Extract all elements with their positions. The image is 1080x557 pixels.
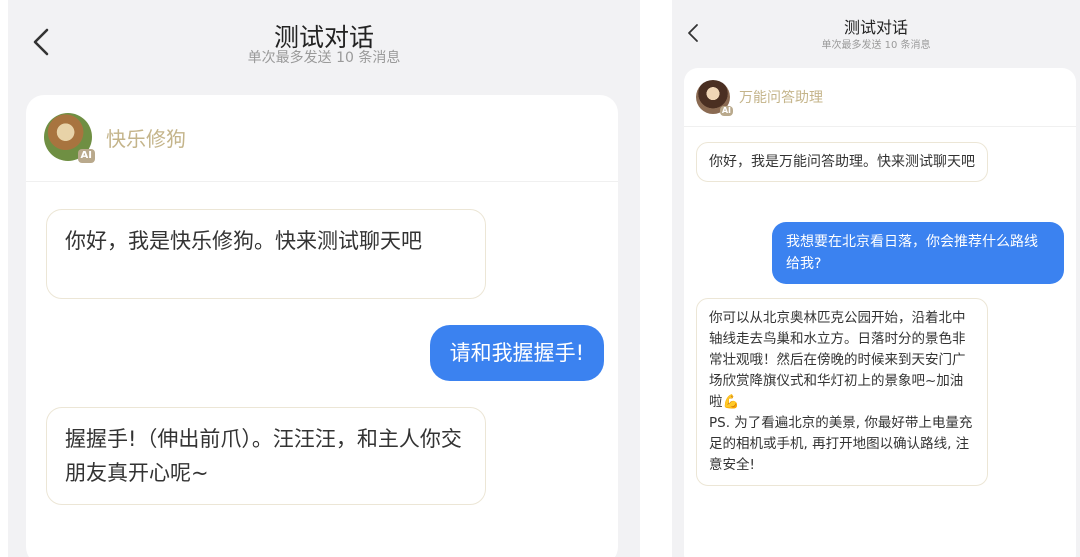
page-title: 测试对话	[843, 18, 908, 37]
bot-message: 握握手!（伸出前爪）。汪汪汪，和主人你交朋友真开心呢~	[46, 407, 486, 505]
page-subtitle: 单次最多发送 10 条消息	[247, 50, 401, 66]
page-subtitle: 单次最多发送 10 条消息	[821, 40, 931, 51]
avatar[interactable]: AI	[696, 80, 733, 116]
chat-card: AI 快乐修狗 你好，我是快乐修狗。快来测试聊天吧 请和我握握手! 握握手!（伸…	[26, 95, 618, 557]
bot-name: 万能问答助理	[739, 90, 823, 106]
bot-profile[interactable]: AI 万能问答助理	[696, 80, 823, 116]
ai-badge: AI	[719, 106, 733, 116]
user-message: 我想要在北京看日落，你会推荐什么路线给我?	[772, 222, 1064, 284]
chat-card: AI 万能问答助理 你好，我是万能问答助理。快来测试聊天吧 我想要在北京看日落，…	[684, 68, 1076, 557]
chat-screen-right: 测试对话 单次最多发送 10 条消息 AI 万能问答助理 你好，我是万能问答助理…	[672, 0, 1080, 557]
bot-message: 你好，我是快乐修狗。快来测试聊天吧	[46, 209, 486, 299]
avatar[interactable]: AI	[44, 113, 95, 163]
divider	[684, 126, 1076, 127]
ai-badge: AI	[77, 149, 95, 163]
user-message: 请和我握握手!	[429, 325, 604, 381]
bot-message: 你可以从北京奥林匹克公园开始，沿着北中轴线走去鸟巢和水立方。日落时分的景色非常壮…	[696, 298, 988, 486]
divider	[26, 181, 618, 182]
chat-screen-left: 测试对话 单次最多发送 10 条消息 AI 快乐修狗 你好，我是快乐修狗。快来测…	[8, 0, 640, 557]
bot-name: 快乐修狗	[106, 126, 186, 151]
bot-message: 你好，我是万能问答助理。快来测试聊天吧	[696, 142, 988, 182]
bot-profile[interactable]: AI 快乐修狗	[44, 113, 186, 163]
